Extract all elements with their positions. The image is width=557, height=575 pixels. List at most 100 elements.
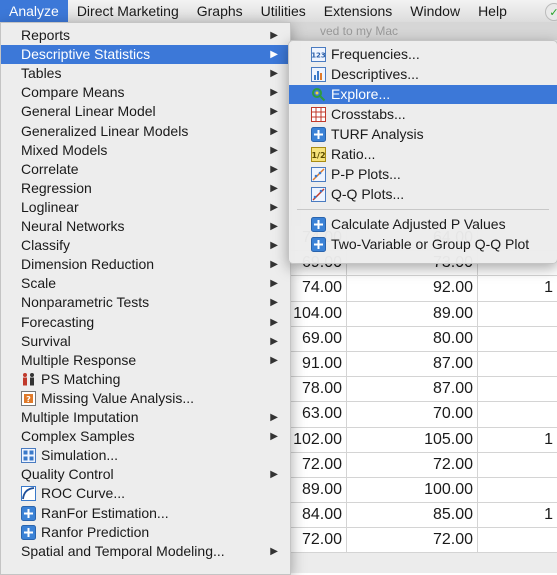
menu-extensions[interactable]: Extensions xyxy=(315,0,401,22)
analyze-item-loglinear[interactable]: Loglinear ▶ xyxy=(1,198,290,217)
table-cell[interactable]: 102.00 xyxy=(290,427,347,452)
menu-help[interactable]: Help xyxy=(469,0,516,22)
table-cell[interactable] xyxy=(478,477,557,503)
menu-item-label: Survival xyxy=(21,332,71,349)
analyze-item-missing-value-analysis[interactable]: ? Missing Value Analysis... xyxy=(1,389,290,408)
analyze-item-spatial-and-temporal-modeling[interactable]: Spatial and Temporal Modeling... ▶ xyxy=(1,542,290,561)
menu-window[interactable]: Window xyxy=(401,0,469,22)
descriptive-item-two-variable-or-group-q-q-plot[interactable]: Two-Variable or Group Q-Q Plot xyxy=(289,235,557,254)
roc-curve-icon xyxy=(21,486,36,502)
submenu-arrow-icon: ▶ xyxy=(270,278,278,290)
table-cell[interactable] xyxy=(478,402,557,427)
table-cell[interactable]: 78.00 xyxy=(290,377,347,402)
analyze-item-descriptive-statistics[interactable]: Descriptive Statistics ▶ xyxy=(1,45,290,65)
descriptive-item-p-p-plots[interactable]: P-P Plots... xyxy=(289,165,557,184)
table-cell[interactable]: 80.00 xyxy=(347,326,478,351)
analyze-item-ranfor-estimation[interactable]: RanFor Estimation... xyxy=(1,504,290,523)
table-cell[interactable]: 105.00 xyxy=(347,427,478,452)
analyze-item-general-linear-model[interactable]: General Linear Model ▶ xyxy=(1,102,290,121)
menu-item-label: Two-Variable or Group Q-Q Plot xyxy=(331,236,530,252)
table-cell[interactable]: 91.00 xyxy=(290,351,347,377)
table-cell[interactable] xyxy=(478,351,557,377)
menu-item-label: Regression xyxy=(21,179,92,196)
submenu-arrow-icon: ▶ xyxy=(270,412,278,423)
descriptive-item-calculate-adjusted-p-values[interactable]: Calculate Adjusted P Values xyxy=(289,215,557,234)
people-icon xyxy=(21,372,36,387)
analyze-item-simulation[interactable]: Simulation... xyxy=(1,446,290,465)
table-cell[interactable]: 1 xyxy=(478,427,557,452)
analyze-item-ps-matching[interactable]: PS Matching xyxy=(1,370,290,389)
plus-box-icon xyxy=(311,127,326,142)
analyze-item-scale[interactable]: Scale ▶ xyxy=(1,274,290,293)
descriptive-item-descriptives[interactable]: Descriptives... xyxy=(289,65,557,84)
table-cell[interactable]: 63.00 xyxy=(290,402,347,427)
analyze-item-classify[interactable]: Classify ▶ xyxy=(1,236,290,255)
menu-item-label: Crosstabs... xyxy=(331,106,406,122)
analyze-item-correlate[interactable]: Correlate ▶ xyxy=(1,160,290,179)
table-row: 89.00 100.00 xyxy=(290,477,557,504)
menu-graphs[interactable]: Graphs xyxy=(188,0,252,22)
analyze-item-nonparametric-tests[interactable]: Nonparametric Tests ▶ xyxy=(1,293,290,312)
menu-item-label: Correlate xyxy=(21,160,79,177)
analyze-item-dimension-reduction[interactable]: Dimension Reduction ▶ xyxy=(1,255,290,274)
table-cell[interactable]: 89.00 xyxy=(290,477,347,503)
menu-direct-marketing[interactable]: Direct Marketing xyxy=(68,0,188,22)
table-row: 84.00 85.00 1 xyxy=(290,503,557,529)
table-cell[interactable]: 70.00 xyxy=(347,402,478,427)
table-cell[interactable]: 92.00 xyxy=(347,276,478,301)
table-row: 74.00 92.00 1 xyxy=(290,276,557,302)
analyze-item-compare-means[interactable]: Compare Means ▶ xyxy=(1,83,290,102)
table-cell[interactable]: 1 xyxy=(478,276,557,301)
missing-value-icon: ? xyxy=(21,390,36,406)
analyze-item-ranfor-prediction[interactable]: Ranfor Prediction xyxy=(1,523,290,542)
table-cell[interactable]: 89.00 xyxy=(347,301,478,326)
submenu-arrow-icon: ▶ xyxy=(270,49,278,61)
table-cell[interactable]: 1 xyxy=(478,503,557,528)
analyze-item-multiple-response[interactable]: Multiple Response ▶ xyxy=(1,351,290,370)
table-cell[interactable] xyxy=(478,326,557,351)
table-cell[interactable]: 72.00 xyxy=(290,452,347,477)
table-cell[interactable]: 72.00 xyxy=(347,452,478,477)
pp-plot-icon xyxy=(311,167,326,182)
analyze-item-complex-samples[interactable]: Complex Samples ▶ xyxy=(1,427,290,446)
analyze-item-roc-curve[interactable]: ROC Curve... xyxy=(1,484,290,503)
menu-analyze[interactable]: Analyze xyxy=(0,0,68,22)
analyze-item-multiple-imputation[interactable]: Multiple Imputation ▶ xyxy=(1,408,290,427)
analyze-item-survival[interactable]: Survival ▶ xyxy=(1,332,290,351)
analyze-item-neural-networks[interactable]: Neural Networks ▶ xyxy=(1,217,290,236)
analyze-item-generalized-linear-models[interactable]: Generalized Linear Models ▶ xyxy=(1,122,290,141)
analyze-item-forecasting[interactable]: Forecasting ▶ xyxy=(1,313,290,332)
table-cell[interactable]: 72.00 xyxy=(347,528,478,553)
table-cell[interactable]: 104.00 xyxy=(290,301,347,326)
menu-item-label: Compare Means xyxy=(21,84,125,101)
table-cell[interactable]: 87.00 xyxy=(347,377,478,402)
menu-item-label: Missing Value Analysis... xyxy=(41,389,195,406)
table-cell[interactable] xyxy=(478,452,557,477)
table-cell[interactable]: 72.00 xyxy=(290,528,347,553)
descriptive-item-q-q-plots[interactable]: Q-Q Plots... xyxy=(289,185,557,204)
descriptive-item-frequencies[interactable]: 123 Frequencies... xyxy=(289,45,557,64)
table-cell[interactable]: 69.00 xyxy=(290,326,347,351)
descriptive-item-explore[interactable]: Explore... xyxy=(289,85,557,104)
table-cell[interactable]: 100.00 xyxy=(347,477,478,503)
analyze-item-quality-control[interactable]: Quality Control ▶ xyxy=(1,465,290,484)
analyze-item-reports[interactable]: Reports ▶ xyxy=(1,26,290,45)
table-cell[interactable]: 85.00 xyxy=(347,503,478,528)
table-cell[interactable]: 74.00 xyxy=(290,276,347,301)
descriptive-item-crosstabs[interactable]: Crosstabs... xyxy=(289,105,557,124)
table-row: 69.00 80.00 xyxy=(290,326,557,352)
menu-item-label: Explore... xyxy=(331,86,391,102)
analyze-item-regression[interactable]: Regression ▶ xyxy=(1,179,290,198)
table-cell[interactable] xyxy=(478,377,557,402)
table-cell[interactable] xyxy=(478,528,557,553)
table-cell[interactable] xyxy=(478,301,557,326)
analyze-item-mixed-models[interactable]: Mixed Models ▶ xyxy=(1,141,290,160)
table-cell[interactable]: 87.00 xyxy=(347,351,478,377)
table-cell[interactable]: 84.00 xyxy=(290,503,347,528)
menu-item-label: Simulation... xyxy=(41,447,119,464)
descriptive-item-ratio[interactable]: 1/2 Ratio... xyxy=(289,145,557,164)
analyze-item-tables[interactable]: Tables ▶ xyxy=(1,64,290,83)
menu-utilities[interactable]: Utilities xyxy=(252,0,315,22)
descriptive-item-turf-analysis[interactable]: TURF Analysis xyxy=(289,125,557,144)
status-check-icon[interactable]: ✓ xyxy=(545,3,557,21)
